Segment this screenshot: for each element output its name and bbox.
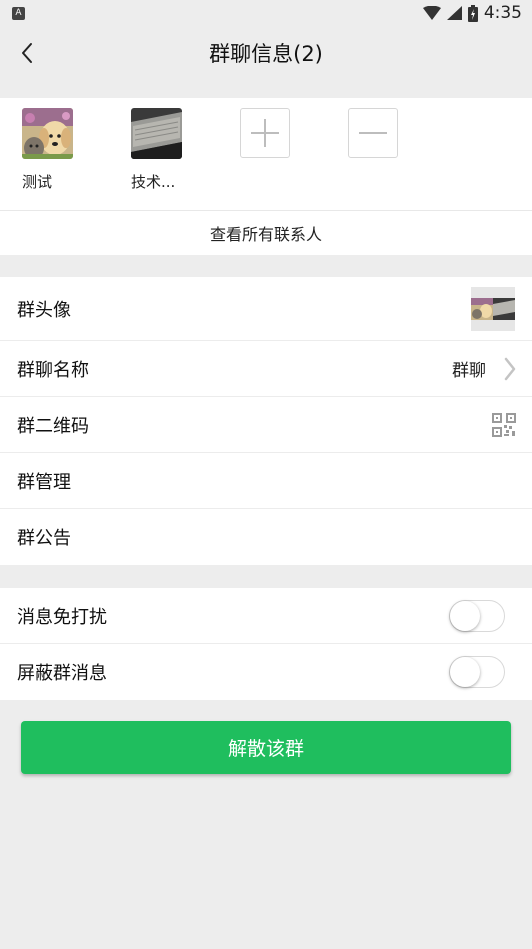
- wifi-icon: [422, 6, 441, 20]
- mute-label: 消息免打扰: [17, 606, 107, 628]
- member-name: 技术...: [131, 173, 176, 191]
- member-item[interactable]: 测试: [22, 108, 74, 192]
- status-bar: A 4:35: [0, 0, 532, 26]
- group-name-value: 群聊: [452, 361, 486, 381]
- view-all-contacts-link[interactable]: 查看所有联系人: [0, 210, 532, 255]
- settings-group: 群头像 群聊名称 群聊 群二维码 群管理 群公告: [0, 277, 532, 565]
- add-member-button[interactable]: [240, 108, 290, 158]
- remove-member-button[interactable]: [348, 108, 398, 158]
- group-name-label: 群聊名称: [17, 359, 89, 381]
- group-avatar-thumbnail: [471, 286, 515, 331]
- plus-icon: [251, 119, 279, 147]
- group-avatar-row[interactable]: 群头像: [0, 277, 532, 341]
- member-item[interactable]: 技术...: [131, 108, 183, 192]
- block-messages-label: 屏蔽群消息: [17, 663, 107, 684]
- group-info-page: A 4:35 群聊信息(2) 测试 技术... 查看所有联系人 群头像 群聊名称…: [0, 0, 532, 949]
- member-name: 测试: [22, 173, 53, 191]
- mute-row: 消息免打扰: [0, 588, 532, 644]
- group-manage-row[interactable]: 群管理: [0, 453, 532, 509]
- dissolve-group-button[interactable]: 解散该群: [21, 721, 511, 774]
- status-time: 4:35: [483, 3, 522, 23]
- group-manage-label: 群管理: [17, 471, 71, 493]
- title-bar: 群聊信息(2): [0, 26, 532, 80]
- group-name-row[interactable]: 群聊名称 群聊: [0, 341, 532, 397]
- notification-icon: A: [12, 6, 25, 20]
- cell-signal-icon: [446, 6, 462, 20]
- group-notice-row[interactable]: 群公告: [0, 509, 532, 565]
- qr-code-row[interactable]: 群二维码: [0, 397, 532, 453]
- battery-icon: [467, 4, 478, 22]
- members-section: 测试 技术... 查看所有联系人: [0, 98, 532, 255]
- block-messages-row: 屏蔽群消息: [0, 644, 532, 700]
- back-button[interactable]: [8, 34, 46, 72]
- block-messages-toggle[interactable]: [449, 656, 505, 688]
- page-title: 群聊信息(2): [209, 42, 323, 66]
- qr-code-label: 群二维码: [17, 415, 89, 437]
- mute-toggle[interactable]: [449, 599, 505, 632]
- member-avatar: [22, 108, 73, 159]
- toggle-knob: [450, 657, 480, 687]
- group-avatar-label: 群头像: [17, 299, 71, 321]
- toggle-group: 消息免打扰 屏蔽群消息: [0, 588, 532, 700]
- chevron-left-icon: [22, 43, 32, 63]
- chevron-right-icon: [504, 357, 516, 380]
- group-notice-label: 群公告: [17, 528, 71, 549]
- member-avatar: [131, 108, 182, 159]
- qr-code-icon: [492, 412, 516, 437]
- minus-icon: [359, 132, 387, 134]
- toggle-knob: [450, 600, 480, 631]
